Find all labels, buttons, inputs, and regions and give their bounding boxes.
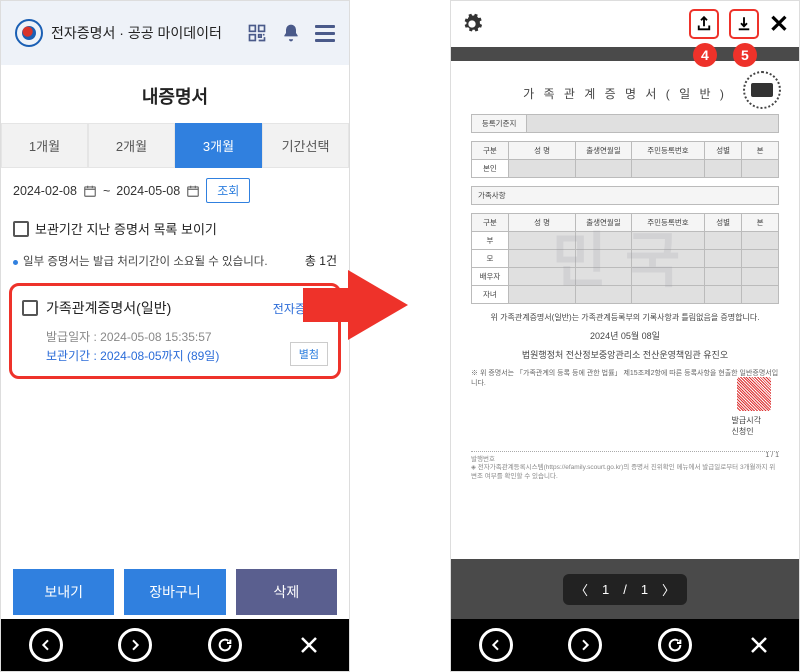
nav-back[interactable] (29, 628, 63, 662)
bottom-nav (1, 619, 349, 671)
show-expired-label: 보관기간 지난 증명서 목록 보이기 (35, 219, 217, 238)
calendar-icon[interactable] (83, 184, 97, 198)
gear-icon[interactable] (461, 13, 483, 35)
search-button[interactable]: 조회 (206, 178, 250, 203)
doc-signature: 발급시각 신청인 (732, 415, 761, 437)
page-title: 내증명서 (1, 65, 349, 123)
doc-table-basis: 등록기준지x (471, 114, 779, 133)
pager-sep: / (623, 582, 627, 597)
document-page: 가 족 관 계 증 명 서 ( 일 반 ) 민국 등록기준지x 구분 성 명 출… (459, 67, 791, 487)
nav-back[interactable] (479, 628, 513, 662)
official-stamp-icon (743, 71, 781, 109)
cert-checkbox[interactable] (22, 300, 38, 316)
date-range-row: 2024-02-08 ~ 2024-05-08 조회 (1, 168, 349, 213)
red-seal-icon (737, 377, 771, 411)
doc-statement: 위 가족관계증명서(일반)는 가족관계등록부의 기록사항과 틀림없음을 증명합니… (471, 312, 779, 323)
menu-icon[interactable] (315, 25, 335, 42)
pager: 〈 1 / 1 〉 (563, 574, 687, 605)
tab-3month[interactable]: 3개월 (175, 123, 262, 168)
nav-forward[interactable] (568, 628, 602, 662)
cert-keep: 보관기간 : 2024-08-05까지 (89일) (46, 347, 328, 366)
nav-forward[interactable] (118, 628, 152, 662)
nav-close[interactable] (297, 633, 321, 657)
close-icon[interactable]: ✕ (769, 10, 789, 39)
phone-left: 전자증명서 · 공공 마이데이터 내증명서 1개월 2개월 3개월 기간선택 2… (0, 0, 350, 672)
date-from: 2024-02-08 (13, 184, 77, 198)
doc-table-self: 구분 성 명 출생연월일 주민등록번호 성별 본 본인xxxxx (471, 141, 779, 178)
callout-4: 4 (693, 43, 717, 67)
tab-custom[interactable]: 기간선택 (262, 123, 349, 168)
nav-close[interactable] (747, 633, 771, 657)
nav-refresh[interactable] (208, 628, 242, 662)
attach-button[interactable]: 별첨 (290, 342, 328, 366)
pager-bar: 〈 1 / 1 〉 (451, 559, 799, 619)
qr-icon[interactable] (247, 23, 267, 43)
gov-logo (15, 19, 43, 47)
tab-1month[interactable]: 1개월 (1, 123, 88, 168)
date-to: 2024-05-08 (116, 184, 180, 198)
show-expired-row[interactable]: 보관기간 지난 증명서 목록 보이기 (1, 213, 349, 244)
cart-button[interactable]: 장바구니 (124, 569, 225, 615)
tab-2month[interactable]: 2개월 (88, 123, 175, 168)
viewer-header: 4 5 ✕ (451, 1, 799, 47)
doc-note: ※ 위 증명서는 「가족관계의 등록 등에 관한 법률」 제15조제2항에 따른… (471, 369, 779, 389)
send-button[interactable]: 보내기 (13, 569, 114, 615)
app-header: 전자증명서 · 공공 마이데이터 (1, 1, 349, 65)
doc-table-family-header: 가족사항 (471, 186, 779, 205)
cert-issued: 발급일자 : 2024-05-08 15:35:57 (46, 328, 328, 347)
callout-5: 5 (733, 43, 757, 67)
pager-next[interactable]: 〉 (662, 580, 675, 599)
nav-refresh[interactable] (658, 628, 692, 662)
show-expired-checkbox[interactable] (13, 221, 29, 237)
doc-table-family: 구분 성 명 출생연월일 주민등록번호 성별 본 부xxxxx 모xxxxx 배… (471, 213, 779, 304)
share-button[interactable]: 4 (689, 9, 719, 39)
bottom-nav (451, 619, 799, 671)
delete-button[interactable]: 삭제 (236, 569, 337, 615)
pager-prev[interactable]: 〈 (575, 580, 588, 599)
pager-current: 1 (602, 582, 609, 597)
phone-right: 4 5 ✕ 가 족 관 계 증 명 서 ( 일 반 ) 민국 등록기준지x 구분… (450, 0, 800, 672)
calendar-icon[interactable] (186, 184, 200, 198)
period-tabs: 1개월 2개월 3개월 기간선택 (1, 123, 349, 168)
date-sep: ~ (103, 184, 110, 198)
doc-footer: 발행번호 ◈ 전자가족관계등록시스템(https://efamily.scour… (471, 451, 779, 481)
pager-total: 1 (641, 582, 648, 597)
download-button[interactable]: 5 (729, 9, 759, 39)
flow-arrow-icon (348, 270, 408, 340)
cert-name: 가족관계증명서(일반) (46, 298, 171, 318)
action-row: 보내기 장바구니 삭제 (1, 569, 349, 615)
bell-icon[interactable] (281, 23, 301, 43)
doc-issuer: 법원행정처 전산정보중앙관리소 전산운영책임관 유진오 (471, 348, 779, 361)
certificate-card[interactable]: 가족관계증명서(일반) 전자증명서 발급일자 : 2024-05-08 15:3… (9, 283, 341, 379)
notice-row: 일부 증명서는 발급 처리기간이 소요될 수 있습니다. 총 1건 (1, 244, 349, 277)
doc-title: 가 족 관 계 증 명 서 ( 일 반 ) (471, 85, 779, 102)
doc-date: 2024년 05월 08일 (471, 329, 779, 342)
notice-text: 일부 증명서는 발급 처리기간이 소요될 수 있습니다. (23, 256, 268, 268)
app-title: 전자증명서 · 공공 마이데이터 (51, 23, 247, 43)
bullet-icon (13, 260, 18, 265)
result-count: 총 1건 (305, 252, 337, 269)
